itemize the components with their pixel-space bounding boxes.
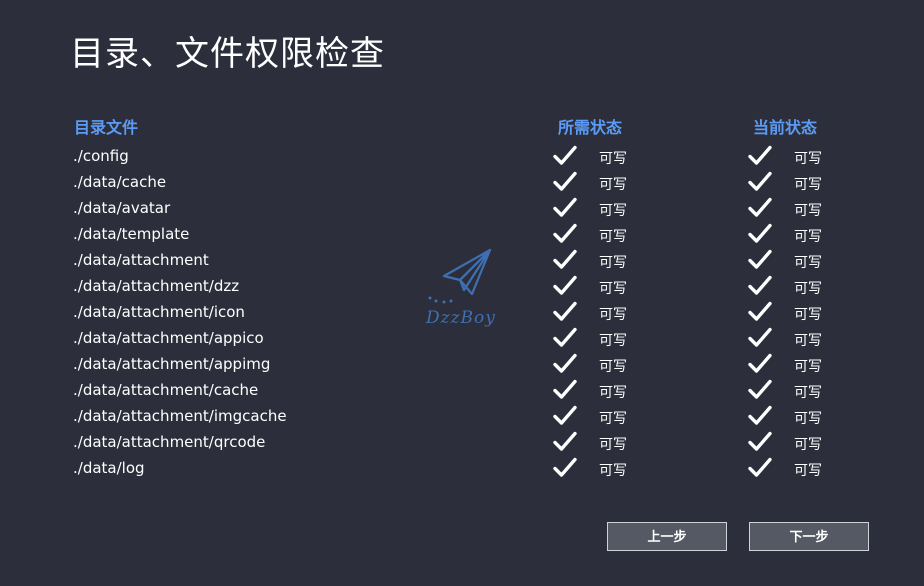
required-state: 可写 <box>599 151 627 167</box>
table-row: ./data/cache 可写 可写 <box>0 170 924 196</box>
check-icon <box>552 170 578 194</box>
required-state: 可写 <box>599 281 627 297</box>
check-icon <box>747 222 773 246</box>
column-header-required-state: 所需状态 <box>558 118 623 137</box>
required-state: 可写 <box>599 411 627 427</box>
directory-path: ./data/attachment/cache <box>73 381 259 399</box>
table-row: ./data/attachment/qrcode 可写 可写 <box>0 430 924 456</box>
check-icon <box>552 248 578 272</box>
check-icon <box>552 404 578 428</box>
table-row: ./config 可写 可写 <box>0 144 924 170</box>
directory-path: ./data/attachment/imgcache <box>73 407 287 425</box>
table-row: ./data/log 可写 可写 <box>0 456 924 482</box>
directory-path: ./data/log <box>73 459 145 477</box>
required-state: 可写 <box>599 437 627 453</box>
table-row: ./data/template 可写 可写 <box>0 222 924 248</box>
directory-path: ./data/attachment/dzz <box>73 277 240 295</box>
check-icon <box>747 170 773 194</box>
current-state: 可写 <box>794 333 822 349</box>
check-icon <box>747 404 773 428</box>
check-icon <box>552 326 578 350</box>
current-state: 可写 <box>794 151 822 167</box>
current-state: 可写 <box>794 385 822 401</box>
check-icon <box>747 378 773 402</box>
page-title: 目录、文件权限检查 <box>70 34 385 74</box>
table-row: ./data/attachment/imgcache 可写 可写 <box>0 404 924 430</box>
next-step-button[interactable]: 下一步 <box>749 522 869 551</box>
check-icon <box>552 456 578 480</box>
required-state: 可写 <box>599 385 627 401</box>
check-icon <box>747 456 773 480</box>
check-icon <box>747 144 773 168</box>
directory-path: ./data/attachment <box>73 251 209 269</box>
check-icon <box>747 248 773 272</box>
directory-path: ./data/attachment/appimg <box>73 355 271 373</box>
current-state: 可写 <box>794 359 822 375</box>
directory-path: ./config <box>73 147 129 165</box>
table-row: ./data/attachment/cache 可写 可写 <box>0 378 924 404</box>
previous-step-button[interactable]: 上一步 <box>607 522 727 551</box>
required-state: 可写 <box>599 177 627 193</box>
current-state: 可写 <box>794 463 822 479</box>
current-state: 可写 <box>794 281 822 297</box>
current-state: 可写 <box>794 255 822 271</box>
directory-path: ./data/attachment/icon <box>73 303 245 321</box>
current-state: 可写 <box>794 307 822 323</box>
check-icon <box>552 222 578 246</box>
current-state: 可写 <box>794 437 822 453</box>
check-icon <box>747 326 773 350</box>
table-row: ./data/attachment/appimg 可写 可写 <box>0 352 924 378</box>
required-state: 可写 <box>599 333 627 349</box>
check-icon <box>552 300 578 324</box>
required-state: 可写 <box>599 359 627 375</box>
check-icon <box>747 352 773 376</box>
current-state: 可写 <box>794 203 822 219</box>
directory-path: ./data/cache <box>73 173 167 191</box>
check-icon <box>552 144 578 168</box>
check-icon <box>552 430 578 454</box>
current-state: 可写 <box>794 229 822 245</box>
check-icon <box>552 196 578 220</box>
required-state: 可写 <box>599 307 627 323</box>
directory-path: ./data/attachment/qrcode <box>73 433 266 451</box>
directory-path: ./data/avatar <box>73 199 171 217</box>
table-row: ./data/avatar 可写 可写 <box>0 196 924 222</box>
check-icon <box>552 352 578 376</box>
required-state: 可写 <box>599 255 627 271</box>
required-state: 可写 <box>599 203 627 219</box>
directory-path: ./data/template <box>73 225 190 243</box>
paper-plane-icon <box>428 248 492 304</box>
watermark-text: DzzBoy <box>426 308 496 328</box>
column-header-directory: 目录文件 <box>74 118 139 137</box>
directory-path: ./data/attachment/appico <box>73 329 264 347</box>
check-icon <box>552 378 578 402</box>
check-icon <box>552 274 578 298</box>
check-icon <box>747 274 773 298</box>
check-icon <box>747 196 773 220</box>
watermark: DzzBoy <box>420 246 510 341</box>
check-icon <box>747 430 773 454</box>
current-state: 可写 <box>794 177 822 193</box>
current-state: 可写 <box>794 411 822 427</box>
check-icon <box>747 300 773 324</box>
column-header-current-state: 当前状态 <box>753 118 818 137</box>
required-state: 可写 <box>599 229 627 245</box>
required-state: 可写 <box>599 463 627 479</box>
